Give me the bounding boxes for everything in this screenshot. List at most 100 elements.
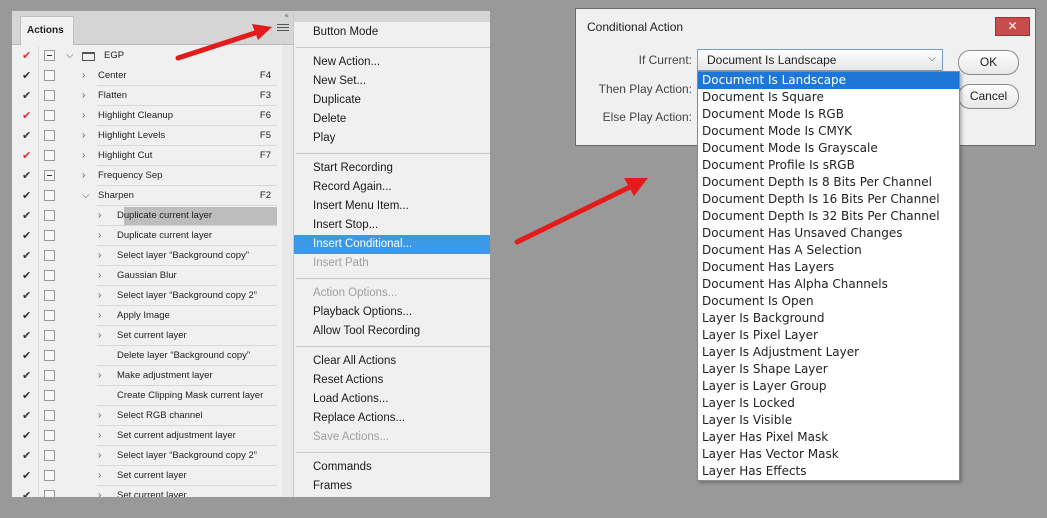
- action-row[interactable]: ✔ › Select layer “Background copy”: [12, 246, 293, 266]
- dropdown-option[interactable]: Document Mode Is CMYK: [698, 123, 959, 140]
- check-icon[interactable]: ✔: [22, 470, 34, 482]
- action-row[interactable]: ✔ › Select layer “Background copy 2”: [12, 446, 293, 466]
- check-icon[interactable]: ✔: [22, 130, 34, 142]
- menu-item-record-again[interactable]: Record Again...: [294, 178, 490, 197]
- chevron-right-icon[interactable]: ›: [98, 269, 101, 283]
- check-icon[interactable]: ✔: [22, 250, 34, 262]
- check-icon[interactable]: ✔: [22, 90, 34, 102]
- dialog-toggle-icon[interactable]: [44, 370, 55, 381]
- dropdown-option[interactable]: Layer Has Effects: [698, 463, 959, 480]
- action-row[interactable]: ✔ › Set current layer: [12, 466, 293, 486]
- action-row[interactable]: ✔ › Set current layer: [12, 486, 293, 497]
- check-icon[interactable]: ✔: [22, 290, 34, 302]
- dialog-toggle-icon[interactable]: [44, 430, 55, 441]
- dropdown-option[interactable]: Layer Is Visible: [698, 412, 959, 429]
- dropdown-option[interactable]: Document Mode Is RGB: [698, 106, 959, 123]
- check-icon[interactable]: ✔: [22, 330, 34, 342]
- dropdown-option[interactable]: Document Mode Is Grayscale: [698, 140, 959, 157]
- action-row[interactable]: ✔ › Set current layer: [12, 326, 293, 346]
- chevron-right-icon[interactable]: ›: [98, 369, 101, 383]
- check-icon[interactable]: ✔: [22, 190, 34, 202]
- dropdown-option[interactable]: Document Depth Is 16 Bits Per Channel: [698, 191, 959, 208]
- chevron-right-icon[interactable]: ›: [82, 149, 85, 163]
- menu-item-play[interactable]: Play: [294, 129, 490, 148]
- check-icon[interactable]: ✔: [22, 430, 34, 442]
- dropdown-option[interactable]: Layer Is Adjustment Layer: [698, 344, 959, 361]
- chevron-right-icon[interactable]: ›: [98, 469, 101, 483]
- dialog-toggle-icon[interactable]: [44, 350, 55, 361]
- check-icon[interactable]: ✔: [22, 110, 34, 122]
- chevron-right-icon[interactable]: ›: [98, 489, 101, 497]
- menu-item-start-recording[interactable]: Start Recording: [294, 159, 490, 178]
- dialog-toggle-icon[interactable]: [44, 210, 55, 221]
- chevron-right-icon[interactable]: ›: [98, 429, 101, 443]
- dropdown-option[interactable]: Document Is Square: [698, 89, 959, 106]
- menu-item-new-set[interactable]: New Set...: [294, 72, 490, 91]
- menu-item-button-mode[interactable]: Button Mode: [294, 23, 490, 42]
- action-row[interactable]: ✔ ⌵ Sharpen F2: [12, 186, 293, 206]
- dropdown-option[interactable]: Document Is Landscape: [698, 72, 959, 89]
- if-current-select[interactable]: Document Is Landscape ⌵: [697, 49, 943, 71]
- action-row[interactable]: ✔ › Duplicate current layer: [12, 226, 293, 246]
- chevron-right-icon[interactable]: ›: [82, 129, 85, 143]
- menu-item-commands[interactable]: Commands: [294, 458, 490, 477]
- check-icon[interactable]: ✔: [22, 450, 34, 462]
- dropdown-option[interactable]: Document Is Open: [698, 293, 959, 310]
- dropdown-option[interactable]: Document Has A Selection: [698, 242, 959, 259]
- action-row[interactable]: ✔ Delete layer “Background copy”: [12, 346, 293, 366]
- dropdown-option[interactable]: Layer Has Vector Mask: [698, 446, 959, 463]
- check-icon[interactable]: ✔: [22, 210, 34, 222]
- menu-item-insert-conditional[interactable]: Insert Conditional...: [294, 235, 490, 254]
- menu-item-allow-tool-recording[interactable]: Allow Tool Recording: [294, 322, 490, 341]
- dialog-toggle-icon[interactable]: [44, 490, 55, 497]
- chevron-right-icon[interactable]: ›: [98, 449, 101, 463]
- check-icon[interactable]: ✔: [22, 310, 34, 322]
- menu-item-frames[interactable]: Frames: [294, 477, 490, 496]
- menu-item-insert-stop[interactable]: Insert Stop...: [294, 216, 490, 235]
- chevron-right-icon[interactable]: ›: [98, 229, 101, 243]
- dialog-toggle-icon[interactable]: [44, 50, 55, 61]
- chevron-right-icon[interactable]: ›: [98, 289, 101, 303]
- dialog-toggle-icon[interactable]: [44, 90, 55, 101]
- dialog-toggle-icon[interactable]: [44, 250, 55, 261]
- chevron-right-icon[interactable]: ›: [98, 409, 101, 423]
- menu-item-playback-options[interactable]: Playback Options...: [294, 303, 490, 322]
- action-row[interactable]: ✔ › Make adjustment layer: [12, 366, 293, 386]
- menu-item-insert-menu-item[interactable]: Insert Menu Item...: [294, 197, 490, 216]
- chevron-right-icon[interactable]: ›: [82, 89, 85, 103]
- action-row[interactable]: ✔ › Gaussian Blur: [12, 266, 293, 286]
- chevron-right-icon[interactable]: ›: [98, 209, 101, 223]
- check-icon[interactable]: ✔: [22, 170, 34, 182]
- dialog-toggle-icon[interactable]: [44, 170, 55, 181]
- dialog-toggle-icon[interactable]: [44, 150, 55, 161]
- dialog-toggle-icon[interactable]: [44, 310, 55, 321]
- action-row[interactable]: ✔ Create Clipping Mask current layer: [12, 386, 293, 406]
- dialog-toggle-icon[interactable]: [44, 390, 55, 401]
- action-row[interactable]: ✔ › Duplicate current layer: [12, 206, 293, 226]
- action-row[interactable]: ✔ › Frequency Sep: [12, 166, 293, 186]
- dropdown-option[interactable]: Layer Is Shape Layer: [698, 361, 959, 378]
- ok-button[interactable]: OK: [958, 50, 1019, 75]
- menu-item-replace-actions[interactable]: Replace Actions...: [294, 409, 490, 428]
- action-row[interactable]: ✔ › Flatten F3: [12, 86, 293, 106]
- dropdown-option[interactable]: Document Has Unsaved Changes: [698, 225, 959, 242]
- tab-actions[interactable]: Actions: [20, 16, 74, 45]
- menu-item-load-actions[interactable]: Load Actions...: [294, 390, 490, 409]
- check-icon[interactable]: ✔: [22, 270, 34, 282]
- chevron-right-icon[interactable]: ›: [82, 69, 85, 83]
- check-icon[interactable]: ✔: [22, 70, 34, 82]
- action-row[interactable]: ✔ › Highlight Cut F7: [12, 146, 293, 166]
- chevron-right-icon[interactable]: ›: [82, 169, 85, 183]
- action-row[interactable]: ✔ › Center F4: [12, 66, 293, 86]
- menu-item-new-action[interactable]: New Action...: [294, 53, 490, 72]
- check-icon[interactable]: ✔: [22, 390, 34, 402]
- chevron-down-icon[interactable]: ⌵: [66, 49, 74, 63]
- action-row[interactable]: ✔ › Select RGB channel: [12, 406, 293, 426]
- dialog-toggle-icon[interactable]: [44, 190, 55, 201]
- dialog-toggle-icon[interactable]: [44, 410, 55, 421]
- chevron-down-icon[interactable]: ⌵: [82, 189, 90, 203]
- dialog-toggle-icon[interactable]: [44, 450, 55, 461]
- dialog-toggle-icon[interactable]: [44, 230, 55, 241]
- menu-item-clear-all-actions[interactable]: Clear All Actions: [294, 352, 490, 371]
- menu-item-duplicate[interactable]: Duplicate: [294, 91, 490, 110]
